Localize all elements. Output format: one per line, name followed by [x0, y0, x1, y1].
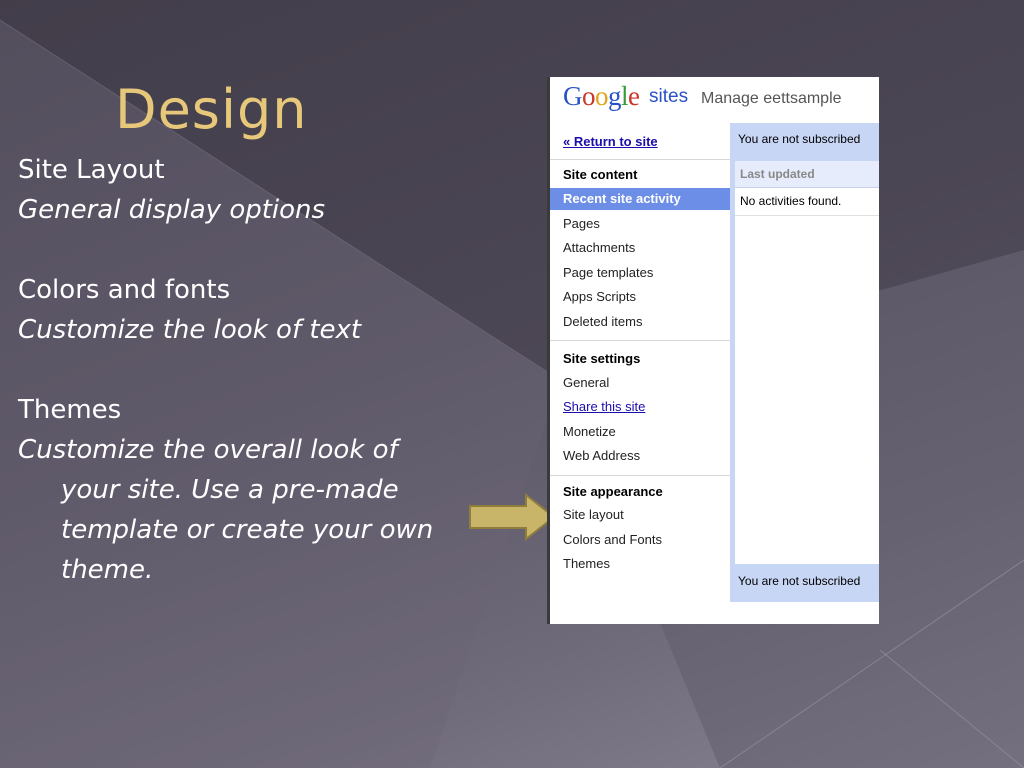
bullet-general-display-options: General display options: [18, 195, 326, 225]
slide-title: Design: [115, 78, 308, 141]
sites-logo-text: sites: [649, 86, 689, 107]
sidebar-item-general[interactable]: General: [550, 372, 730, 394]
bullet-customize-text: Customize the look of text: [18, 315, 362, 345]
sidebar-item-page-templates[interactable]: Page templates: [550, 262, 730, 284]
sidebar-divider: [550, 475, 730, 476]
sidebar-item-themes[interactable]: Themes: [550, 553, 730, 575]
manage-sidebar: « Return to site Site content Recent sit…: [550, 123, 730, 624]
sidebar-divider: [550, 340, 730, 341]
sidebar-item-site-layout[interactable]: Site layout: [550, 504, 730, 526]
section-heading-site-appearance: Site appearance: [563, 484, 663, 499]
sidebar-item-colors-and-fonts[interactable]: Colors and Fonts: [550, 529, 730, 551]
return-to-site-link[interactable]: « Return to site: [563, 134, 658, 149]
subscription-banner-top: You are not subscribed: [738, 132, 861, 146]
screenshot-header: Google sites Manage eettsample: [550, 77, 879, 123]
column-header-last-updated[interactable]: Last updated: [735, 161, 879, 188]
activity-table: Last updated No activities found.: [735, 161, 879, 564]
sidebar-item-pages[interactable]: Pages: [550, 213, 730, 235]
bullet-colors-and-fonts: Colors and fonts: [18, 275, 231, 305]
column-header-label: Last updated: [740, 167, 815, 181]
bullet-themes: Themes: [18, 395, 122, 425]
sidebar-divider: [550, 159, 730, 160]
sidebar-item-apps-scripts[interactable]: Apps Scripts: [550, 286, 730, 308]
bullet-customize-overall-look: Customize the overall look of your site.…: [18, 435, 434, 585]
section-heading-site-content: Site content: [563, 167, 638, 182]
bullet-list: Site Layout General display options Colo…: [18, 150, 458, 590]
google-sites-screenshot: Google sites Manage eettsample « Return …: [547, 77, 879, 624]
bullet-spacer: [18, 350, 458, 390]
sidebar-item-web-address[interactable]: Web Address: [550, 445, 730, 467]
empty-activity-message: No activities found.: [740, 194, 842, 208]
activity-content-panel: You are not subscribed Last updated No a…: [730, 123, 879, 602]
manage-site-title: Manage eettsample: [701, 90, 842, 107]
sidebar-item-deleted-items[interactable]: Deleted items: [550, 311, 730, 333]
sidebar-item-share-this-site[interactable]: Share this site: [550, 396, 730, 418]
subscription-banner-bottom: You are not subscribed: [738, 574, 861, 588]
row-divider: [735, 215, 879, 216]
sidebar-item-attachments[interactable]: Attachments: [550, 237, 730, 259]
bullet-site-layout: Site Layout: [18, 155, 165, 185]
section-heading-site-settings: Site settings: [563, 351, 641, 366]
sidebar-item-monetize[interactable]: Monetize: [550, 421, 730, 443]
bullet-spacer: [18, 230, 458, 270]
sidebar-item-recent-site-activity[interactable]: Recent site activity: [550, 188, 730, 210]
google-logo: Google: [563, 81, 640, 111]
right-arrow-icon: [469, 493, 556, 541]
